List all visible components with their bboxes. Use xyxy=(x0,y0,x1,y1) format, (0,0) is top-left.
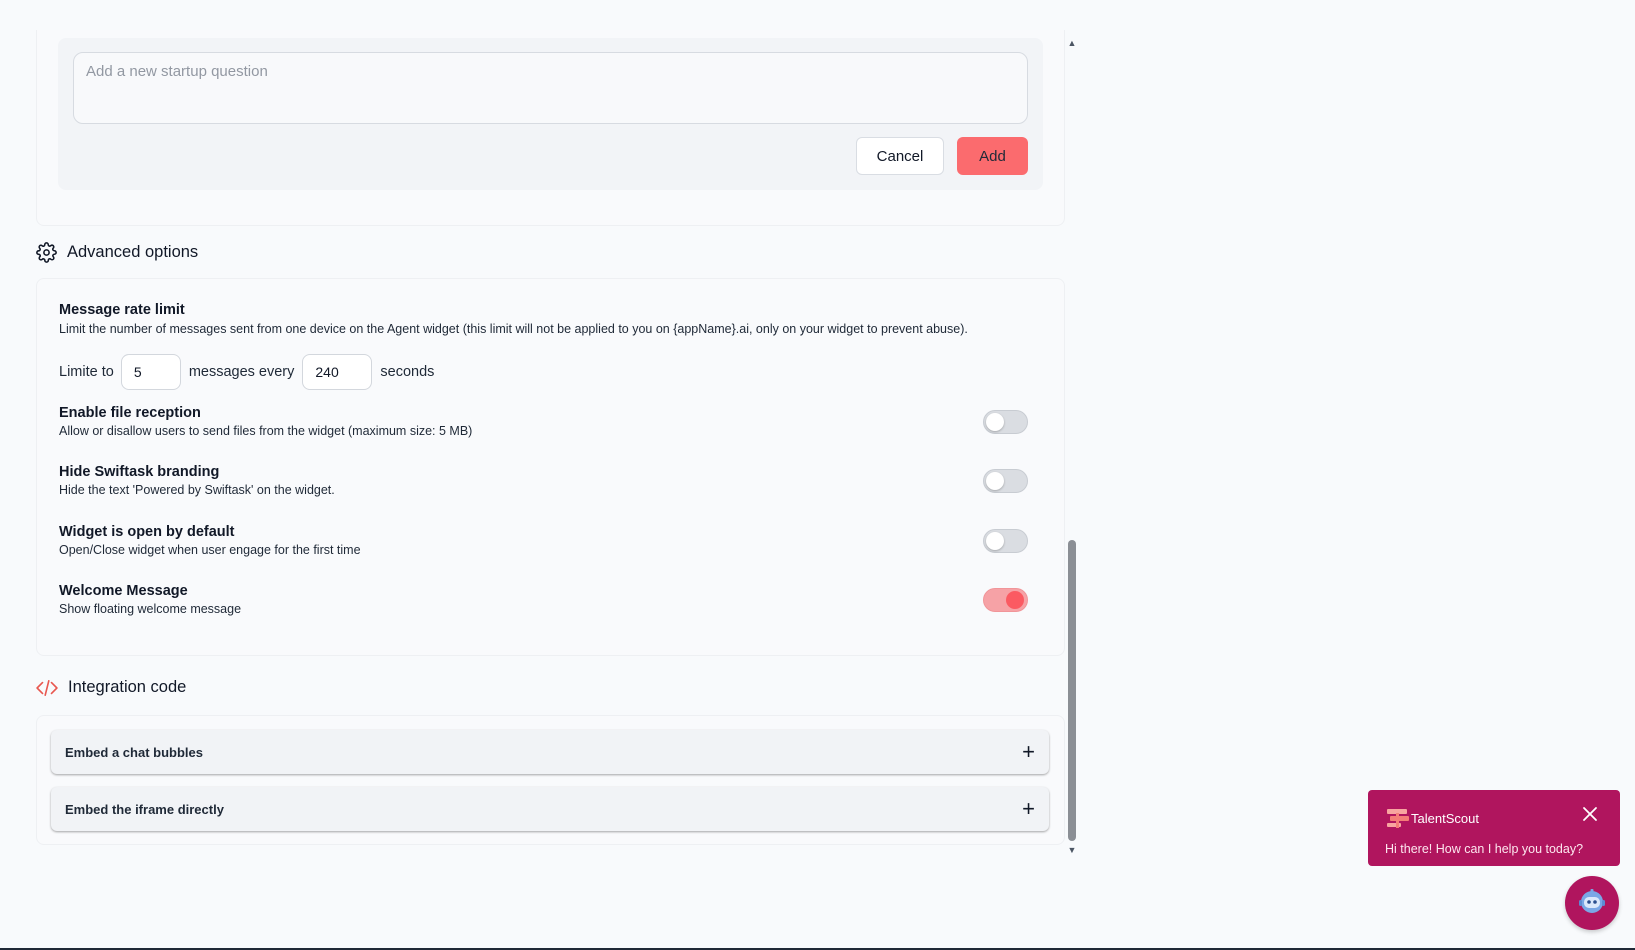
rate-limit-title: Message rate limit xyxy=(59,302,185,318)
file-reception-description: Allow or disallow users to send files fr… xyxy=(59,424,473,438)
chevron-down-icon[interactable]: ▼ xyxy=(1067,845,1077,855)
scrollbar-thumb[interactable] xyxy=(1068,540,1076,841)
startup-question-input[interactable] xyxy=(73,52,1028,124)
bot-icon xyxy=(1577,886,1607,921)
widget-name: TalentScout xyxy=(1411,811,1479,826)
welcome-message-toggle[interactable] xyxy=(983,588,1028,612)
signpost-icon xyxy=(1385,807,1411,834)
messages-count-input[interactable] xyxy=(120,354,181,390)
rate-limit-middle: messages every xyxy=(188,364,295,380)
page: Cancel Add Advanced options Message rate… xyxy=(0,0,1635,950)
close-icon[interactable] xyxy=(1582,806,1598,827)
welcome-popup: TalentScout Hi there! How can I help you… xyxy=(1368,790,1620,866)
chevron-up-icon[interactable]: ▲ xyxy=(1067,38,1077,48)
accordion-label: Embed a chat bubbles xyxy=(65,744,203,760)
rate-limit-suffix: seconds xyxy=(380,364,435,380)
code-icon xyxy=(36,679,58,697)
welcome-message-text: Hi there! How can I help you today? xyxy=(1385,842,1584,856)
hide-branding-toggle[interactable] xyxy=(983,469,1028,493)
rate-limit-row: Limite to messages every seconds xyxy=(59,354,434,390)
plus-icon[interactable]: + xyxy=(1022,741,1035,763)
open-by-default-title: Widget is open by default xyxy=(59,524,235,540)
toggle-knob xyxy=(986,532,1004,550)
toggle-knob xyxy=(986,472,1004,490)
open-by-default-description: Open/Close widget when user engage for t… xyxy=(59,543,361,557)
seconds-input[interactable] xyxy=(302,354,373,390)
welcome-message-title: Welcome Message xyxy=(59,583,188,599)
advanced-options-title: Advanced options xyxy=(67,243,199,261)
open-by-default-toggle[interactable] xyxy=(983,529,1028,553)
accordion-label: Embed the iframe directly xyxy=(65,801,224,817)
cancel-button[interactable]: Cancel xyxy=(856,137,944,175)
rate-limit-description: Limit the number of messages sent from o… xyxy=(59,322,968,336)
add-button[interactable]: Add xyxy=(957,137,1028,175)
plus-icon[interactable]: + xyxy=(1022,798,1035,820)
gear-icon xyxy=(36,242,57,263)
file-reception-title: Enable file reception xyxy=(59,405,201,421)
integration-code-title: Integration code xyxy=(68,678,187,696)
welcome-message-description: Show floating welcome message xyxy=(59,602,242,616)
file-reception-toggle[interactable] xyxy=(983,410,1028,434)
embed-iframe-accordion[interactable]: Embed the iframe directly + xyxy=(51,787,1049,831)
hide-branding-description: Hide the text 'Powered by Swiftask' on t… xyxy=(59,483,335,497)
chat-launcher-button[interactable] xyxy=(1565,876,1619,930)
embed-chat-bubbles-accordion[interactable]: Embed a chat bubbles + xyxy=(51,730,1049,774)
rate-limit-prefix: Limite to xyxy=(59,364,114,380)
integration-code-heading: Integration code xyxy=(36,678,186,697)
advanced-options-heading: Advanced options xyxy=(36,242,198,263)
toggle-knob xyxy=(986,413,1004,431)
toggle-knob xyxy=(1006,591,1024,609)
hide-branding-title: Hide Swiftask branding xyxy=(59,464,220,480)
